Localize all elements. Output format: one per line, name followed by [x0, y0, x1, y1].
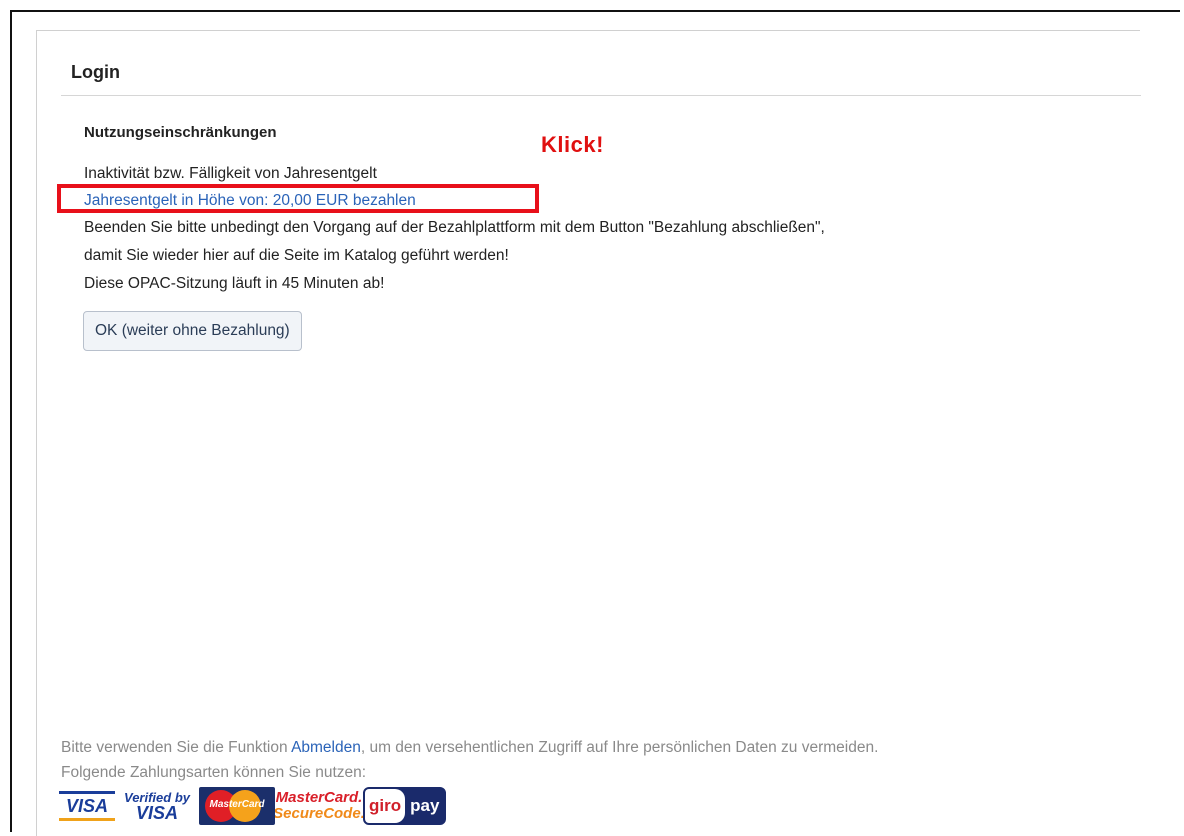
session-expiry-notice: Diese OPAC-Sitzung läuft in 45 Minuten a… [84, 275, 385, 292]
verified-visa-text: VISA [135, 802, 178, 823]
panel-title: Login [71, 62, 120, 82]
section-heading: Nutzungseinschränkungen [84, 124, 277, 141]
securecode-top-text: MasterCard. [275, 789, 363, 807]
payment-methods-label: Folgende Zahlungsarten können Sie nutzen… [61, 764, 367, 781]
verified-by-visa-logo: Verified by VISA [121, 787, 193, 825]
return-instruction: damit Sie wieder hier auf die Seite im K… [84, 247, 509, 264]
inactivity-notice: Inaktivität bzw. Fälligkeit von Jahresen… [84, 165, 377, 182]
securecode-bottom-text: SecureCode. [273, 805, 365, 822]
giropay-pay-text: pay [410, 796, 440, 815]
pay-annual-fee-link[interactable]: Jahresentgelt in Höhe von: 20,00 EUR bez… [84, 192, 416, 210]
click-annotation: Klick! [541, 132, 604, 157]
title-divider [61, 95, 1141, 96]
mastercard-text: MasterCard [209, 799, 265, 810]
giropay-giro-text: giro [365, 789, 406, 823]
verified-by-text: Verified by [124, 789, 190, 805]
ok-continue-without-payment-button[interactable]: OK (weiter ohne Bezahlung) [83, 311, 302, 351]
logout-hint-suffix: , um den versehentlichen Zugriff auf Ihr… [360, 739, 879, 756]
giropay-logo: giro pay [363, 787, 447, 825]
mastercard-logo: MasterCard [199, 787, 275, 825]
mastercard-securecode-logo: MasterCard. SecureCode. [273, 786, 365, 826]
payment-logos: VISA Verified by VISA MasterCard MasterC… [59, 785, 447, 827]
logout-hint-prefix: Bitte verwenden Sie die Funktion [61, 739, 292, 756]
logout-hint: Bitte verwenden Sie die Funktion Abmelde… [61, 739, 878, 757]
finish-payment-instruction: Beenden Sie bitte unbedingt den Vorgang … [84, 219, 825, 236]
logout-link[interactable]: Abmelden [291, 739, 361, 756]
visa-logo: VISA [59, 791, 115, 821]
login-panel: Login Nutzungseinschränkungen Klick! Ina… [36, 30, 1141, 836]
